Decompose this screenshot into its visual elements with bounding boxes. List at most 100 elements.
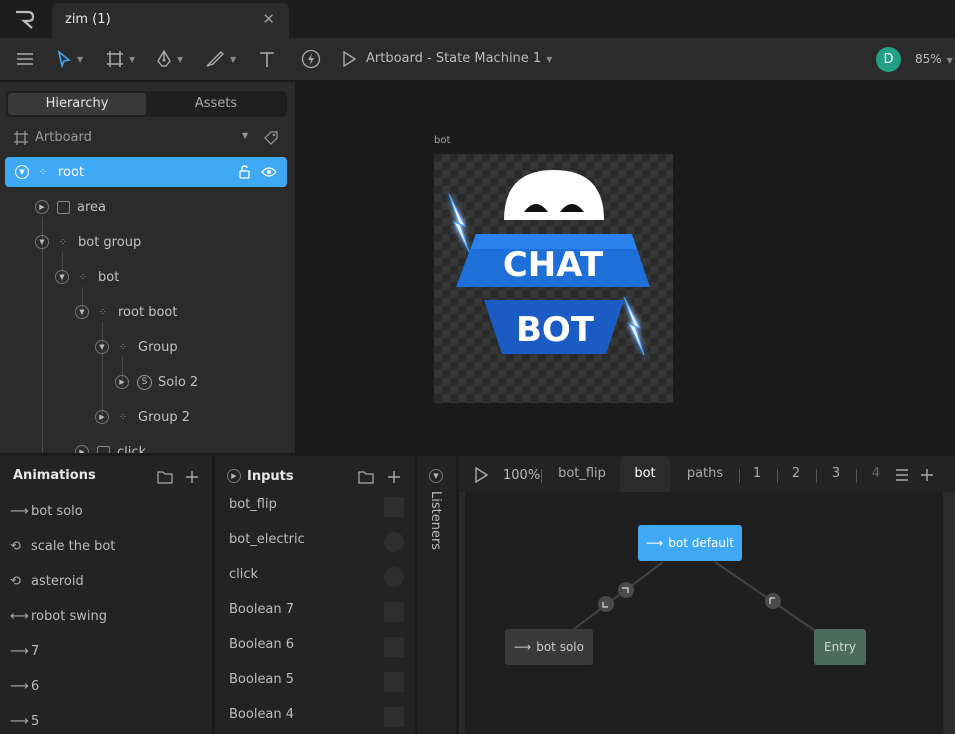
transition-arrow-icon[interactable]: [598, 596, 614, 612]
graph-zoom[interactable]: 100%: [503, 468, 540, 483]
tree-row-root[interactable]: ▼ ⁘ root: [5, 157, 287, 187]
animation-item[interactable]: ⟶ bot solo: [10, 501, 83, 521]
chevron-down-icon[interactable]: ▼: [75, 305, 89, 319]
state-graph-canvas[interactable]: ⟶ bot default ⟶ bot solo Entry: [465, 492, 943, 734]
frame-tool-button[interactable]: ▼: [106, 48, 135, 70]
artboard-row[interactable]: Artboard ▼: [14, 129, 286, 149]
chevron-down-icon[interactable]: ▼: [55, 270, 69, 284]
avatar[interactable]: D: [876, 47, 901, 72]
boolean-toggle[interactable]: [384, 497, 404, 517]
animation-item[interactable]: ⟷ robot swing: [10, 606, 107, 626]
chevron-down-icon[interactable]: ▼: [15, 165, 29, 179]
chevron-right-icon[interactable]: ▶: [95, 410, 109, 424]
animation-item[interactable]: ⟶ 7: [10, 641, 39, 661]
animation-item[interactable]: ⟶ 6: [10, 676, 39, 696]
one-shot-icon: ⟶: [514, 640, 532, 654]
input-item[interactable]: Boolean 4: [229, 707, 404, 727]
transition-arrow-icon[interactable]: [618, 582, 634, 598]
chevron-down-icon[interactable]: ▼: [95, 340, 109, 354]
tab-layer-active[interactable]: bot: [620, 456, 670, 492]
text-tool-button[interactable]: [258, 48, 276, 70]
input-item[interactable]: click: [229, 567, 404, 587]
tree-row-group-2[interactable]: ▶ ⁘ Group 2: [95, 402, 190, 432]
play-icon[interactable]: [474, 467, 488, 483]
state-node-default[interactable]: ⟶ bot default: [638, 525, 742, 561]
pen-tool-button[interactable]: ▼: [156, 48, 183, 70]
tree-row-solo-2[interactable]: ▶ S Solo 2: [115, 367, 198, 397]
tree-row-area[interactable]: ▶ area: [35, 192, 106, 222]
play-button[interactable]: [342, 48, 356, 70]
tab-layer[interactable]: bot_flip: [549, 456, 615, 492]
tab-layer[interactable]: 1: [745, 456, 769, 492]
tab-layer[interactable]: 4: [864, 456, 888, 492]
tree-label: Group 2: [138, 409, 190, 425]
tab-hierarchy[interactable]: Hierarchy: [8, 93, 146, 115]
input-label: click: [229, 567, 259, 582]
chevron-down-icon[interactable]: ▼: [429, 469, 443, 483]
tree-row-click[interactable]: ▶ click: [75, 437, 146, 453]
artboard-canvas[interactable]: CHAT BOT: [434, 154, 673, 403]
bolt-tool-button[interactable]: [301, 48, 321, 70]
animation-label: bot solo: [31, 503, 83, 519]
tree-row-root-boot[interactable]: ▼ ⁘ root boot: [75, 297, 177, 327]
zoom-selector[interactable]: 85% ▼: [915, 52, 953, 66]
add-icon[interactable]: [185, 470, 199, 484]
group-icon: ⁘: [58, 236, 68, 248]
tab-divider: [541, 469, 542, 483]
add-icon[interactable]: [920, 468, 934, 482]
tree-row-bot-group[interactable]: ▼ ⁘ bot group: [35, 227, 141, 257]
document-tab[interactable]: zim (1) ✕: [52, 3, 289, 38]
chevron-right-icon[interactable]: ▶: [35, 200, 49, 214]
chevron-right-icon[interactable]: ▶: [115, 375, 129, 389]
input-item[interactable]: Boolean 6: [229, 637, 404, 657]
chevron-down-icon: ▼: [230, 54, 237, 64]
animation-item[interactable]: ⟶ 5: [10, 711, 39, 731]
state-node-entry[interactable]: Entry: [814, 629, 866, 665]
tree-row-group[interactable]: ▼ ⁘ Group: [95, 332, 178, 362]
state-node-solo[interactable]: ⟶ bot solo: [505, 629, 593, 665]
tree-label: Solo 2: [158, 374, 199, 390]
trigger-button[interactable]: [384, 532, 404, 552]
tree-label: root: [58, 164, 85, 180]
animation-label: asteroid: [31, 573, 84, 589]
close-tab-icon[interactable]: ✕: [262, 10, 275, 28]
tab-layer[interactable]: paths: [679, 456, 731, 492]
input-item[interactable]: bot_flip: [229, 497, 404, 517]
artboard-selector[interactable]: Artboard - State Machine 1 ▼: [366, 51, 552, 66]
add-icon[interactable]: [387, 470, 401, 484]
stage-canvas[interactable]: bot CHAT BOT: [298, 82, 955, 453]
shape-tool-button[interactable]: ▼: [205, 48, 236, 70]
menu-icon[interactable]: [16, 48, 34, 70]
select-tool-button[interactable]: ▼: [56, 48, 83, 70]
tab-layer[interactable]: 2: [784, 456, 808, 492]
boolean-toggle[interactable]: [384, 602, 404, 622]
chevron-down-icon[interactable]: ▼: [242, 131, 248, 140]
list-icon[interactable]: [895, 469, 909, 481]
boolean-toggle[interactable]: [384, 707, 404, 727]
boolean-toggle[interactable]: [384, 672, 404, 692]
folder-icon[interactable]: [157, 470, 173, 484]
one-shot-icon: ⟶: [10, 643, 29, 659]
tab-assets[interactable]: Assets: [147, 93, 285, 115]
panel-title[interactable]: Listeners: [428, 491, 443, 550]
animation-item[interactable]: ⟲ asteroid: [10, 571, 84, 591]
trigger-button[interactable]: [384, 567, 404, 587]
tab-layer[interactable]: 3: [824, 456, 848, 492]
input-item[interactable]: Boolean 7: [229, 602, 404, 622]
input-item[interactable]: bot_electric: [229, 532, 404, 552]
tree-row-bot[interactable]: ▼ ⁘ bot: [55, 262, 119, 292]
app-logo-icon[interactable]: [14, 10, 36, 30]
animation-item[interactable]: ⟲ scale the bot: [10, 536, 115, 556]
chevron-right-icon[interactable]: ▶: [75, 445, 89, 453]
chevron-right-icon[interactable]: ▶: [227, 469, 241, 483]
chevron-down-icon[interactable]: ▼: [35, 235, 49, 249]
tag-icon[interactable]: [264, 131, 278, 145]
visibility-eye-icon[interactable]: [261, 166, 277, 178]
chevron-down-icon: ▼: [546, 55, 553, 64]
folder-icon[interactable]: [358, 470, 374, 484]
transition-arrow-icon[interactable]: [765, 593, 781, 609]
unlock-icon[interactable]: [238, 165, 252, 179]
boolean-toggle[interactable]: [384, 637, 404, 657]
solo-icon: S: [137, 374, 152, 390]
input-item[interactable]: Boolean 5: [229, 672, 404, 692]
